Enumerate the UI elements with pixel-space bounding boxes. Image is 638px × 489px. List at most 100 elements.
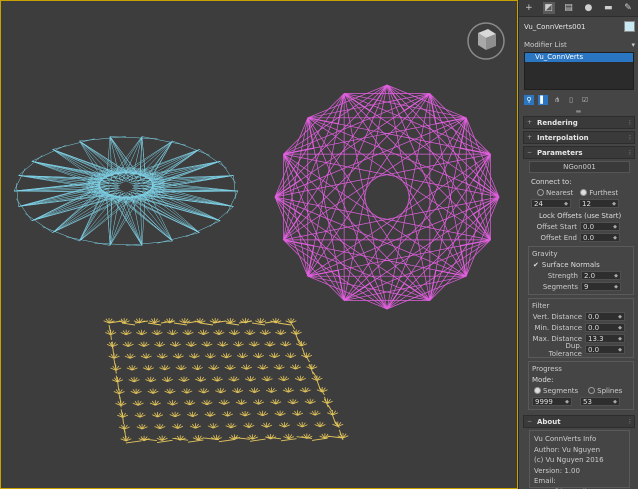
viewcube-icon[interactable] xyxy=(467,22,505,60)
dup-tolerance-spinner[interactable]: 0.0 ◆ xyxy=(585,345,625,354)
object-color-swatch[interactable] xyxy=(624,21,635,32)
splines-mode-label: Splines xyxy=(597,386,623,395)
wire-segment xyxy=(311,437,328,441)
gravity-segments-spinner[interactable]: 9 ◆ xyxy=(581,282,621,291)
max-distance-spinner[interactable]: 13.3 ◆ xyxy=(585,334,625,343)
spinner-arrows-icon[interactable]: ◆ xyxy=(612,201,616,207)
create-tab-icon[interactable]: + xyxy=(523,2,535,14)
wire-segment xyxy=(218,439,235,443)
perspective-viewport[interactable] xyxy=(0,0,518,489)
filter-title: Filter xyxy=(532,302,550,310)
rollout-handle-icon: ⁝ xyxy=(628,417,631,426)
hierarchy-tab-icon[interactable]: ▤ xyxy=(563,2,575,14)
offset-end-spinner[interactable]: 0.0 ◆ xyxy=(580,233,620,242)
vert-distance-spinner[interactable]: 0.0 ◆ xyxy=(585,312,625,321)
spinner-value: 9 xyxy=(584,282,589,291)
viewport-canvas[interactable] xyxy=(1,1,518,489)
connect-mode-row: Nearest Furthest xyxy=(531,187,638,198)
splines-radio[interactable]: Splines xyxy=(588,387,622,395)
offset-end-row: Offset End 0.0 ◆ xyxy=(525,232,638,243)
parameters-rollout-header[interactable]: − Parameters ⁝ xyxy=(523,146,635,159)
object-name-field[interactable]: Vu_ConnVerts001 xyxy=(524,23,585,31)
spinner-arrows-icon[interactable]: ◆ xyxy=(618,347,622,353)
pin-stack-icon[interactable]: ⚲ xyxy=(524,95,534,105)
modifier-stack-item[interactable]: Vu_ConnVerts xyxy=(525,53,633,62)
cyan-spiky-object[interactable] xyxy=(13,136,239,246)
furthest-spinner[interactable]: 12 ◆ xyxy=(579,199,619,208)
configure-sets-icon[interactable]: ☑ xyxy=(580,95,590,105)
collapse-icon: − xyxy=(527,149,533,156)
modify-tab-icon[interactable]: ◩ xyxy=(542,2,555,14)
rendering-rollout-header[interactable]: + Rendering ⁝ xyxy=(523,116,635,129)
vert-distance-label: Vert. Distance xyxy=(532,312,582,321)
surface-normals-checkbox[interactable]: ✔ Surface Normals xyxy=(532,259,631,270)
about-copyright: (c) Vu Nguyen 2016 xyxy=(534,456,604,464)
progress-values-row: 9999 ◆ 53 ◆ xyxy=(532,396,631,407)
modifier-stack[interactable]: Vu_ConnVerts xyxy=(524,52,634,90)
lock-offsets-checkbox[interactable]: Lock Offsets (use Start) xyxy=(539,210,638,221)
wire-segment xyxy=(141,136,186,146)
nearest-radio[interactable]: Nearest xyxy=(537,189,573,197)
wire-segment xyxy=(280,438,297,442)
command-panel: + ◩ ▤ ● ▬ ✎ Vu_ConnVerts001 Modifier Lis… xyxy=(518,0,638,489)
wire-segment xyxy=(338,429,344,441)
wire-segment xyxy=(274,196,388,310)
nearest-label: Nearest xyxy=(546,188,574,197)
wire-segment xyxy=(199,149,227,169)
yellow-grid-object[interactable] xyxy=(103,318,349,444)
spinner-arrows-icon[interactable]: ◆ xyxy=(618,336,622,342)
wire-segment xyxy=(277,322,292,326)
radio-icon xyxy=(580,189,588,196)
spinner-arrows-icon[interactable]: ◆ xyxy=(613,224,617,230)
wire-segment xyxy=(121,202,143,246)
furthest-radio[interactable]: Furthest xyxy=(580,189,618,197)
wire-segment xyxy=(316,380,322,391)
about-rollout-header[interactable]: − About ⁝ xyxy=(523,415,635,428)
min-distance-label: Min. Distance xyxy=(534,323,582,332)
divider-handle[interactable]: ▬ xyxy=(519,108,638,116)
connect-to-section: Connect to: Nearest Furthest 24 ◆ 12 ◆ xyxy=(531,176,638,209)
rollout-handle-icon: ⁝ xyxy=(628,148,631,157)
segments-radio[interactable]: Segments xyxy=(534,387,578,395)
strength-row: Strength 2.0 ◆ xyxy=(532,270,631,281)
progress-splines-value: 53 ◆ xyxy=(580,397,620,406)
min-distance-spinner[interactable]: 0.0 ◆ xyxy=(585,323,625,332)
offset-start-spinner[interactable]: 0.0 ◆ xyxy=(580,222,620,231)
checkmark-icon: ✔ xyxy=(533,260,539,269)
spinner-arrows-icon[interactable]: ◆ xyxy=(613,235,617,241)
radio-icon xyxy=(588,387,596,394)
spinner-value: 2.0 xyxy=(584,271,596,280)
offset-end-label: Offset End xyxy=(540,233,577,242)
spinner-value: 0.0 xyxy=(588,323,600,332)
spinner-arrows-icon[interactable]: ◆ xyxy=(614,273,618,279)
wire-segment xyxy=(199,322,214,326)
wire-segment xyxy=(79,191,110,242)
source-object-button[interactable]: NGon001 xyxy=(529,161,630,173)
display-tab-icon[interactable]: ▬ xyxy=(602,2,614,14)
spinner-arrows-icon[interactable]: ◆ xyxy=(618,325,622,331)
progress-group: Progress Mode: Segments Splines 9999 ◆ 53… xyxy=(528,361,634,410)
gravity-group: Gravity ✔ Surface Normals Strength 2.0 ◆ S… xyxy=(528,246,634,295)
rollout-title: Interpolation xyxy=(537,133,589,142)
modifier-list-dropdown[interactable]: Modifier List ▾ xyxy=(524,39,635,50)
rollout-handle-icon: ⁝ xyxy=(628,118,631,127)
spinner-arrows-icon[interactable]: ◆ xyxy=(564,201,568,207)
motion-tab-icon[interactable]: ● xyxy=(582,2,594,14)
rollout-title: Parameters xyxy=(537,148,583,157)
spinner-arrows-icon[interactable]: ◆ xyxy=(618,314,622,320)
utilities-tab-icon[interactable]: ✎ xyxy=(622,2,634,14)
make-unique-icon[interactable]: ⋔ xyxy=(552,95,562,105)
nearest-spinner[interactable]: 24 ◆ xyxy=(531,199,571,208)
magenta-star-object[interactable] xyxy=(274,84,500,310)
about-author: Author: Vu Nguyen xyxy=(534,445,601,454)
show-end-result-icon[interactable]: ▌ xyxy=(538,95,548,105)
interpolation-rollout-header[interactable]: + Interpolation ⁝ xyxy=(523,131,635,144)
remove-modifier-icon[interactable]: ▯ xyxy=(566,95,576,105)
wire-segment xyxy=(52,198,126,233)
strength-spinner[interactable]: 2.0 ◆ xyxy=(581,271,621,280)
modifier-list-label: Modifier List xyxy=(524,40,567,49)
spinner-arrows-icon[interactable]: ◆ xyxy=(614,284,618,290)
wire-segment xyxy=(225,322,240,326)
rollout-title: About xyxy=(537,417,561,426)
wire-segment xyxy=(18,184,103,207)
